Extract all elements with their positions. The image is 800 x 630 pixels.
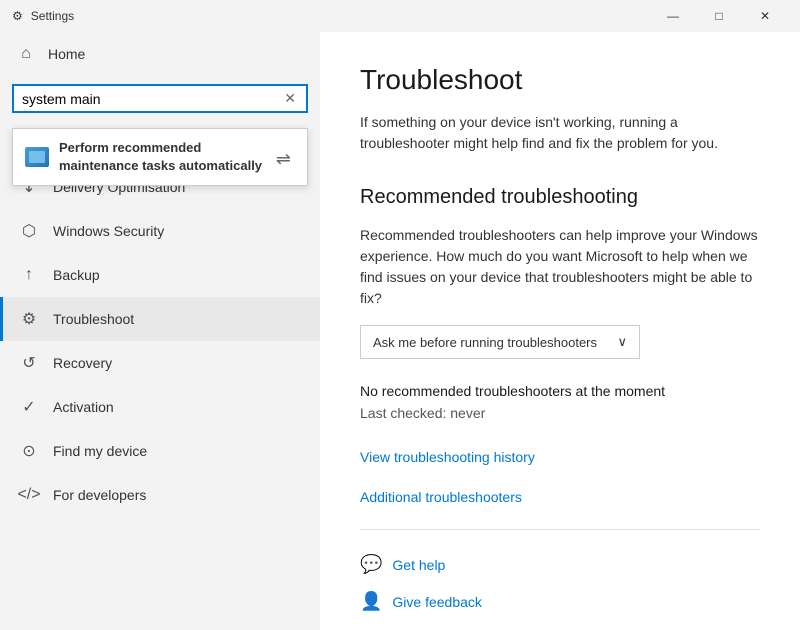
- sidebar-item-label: Backup: [53, 267, 100, 283]
- sidebar-item-troubleshoot[interactable]: ⚙ Troubleshoot: [0, 297, 320, 341]
- sidebar-item-find-my-device[interactable]: ⊙ Find my device: [0, 429, 320, 473]
- titlebar-left: ⚙ Settings: [12, 9, 74, 23]
- sidebar-item-recovery[interactable]: ↺ Recovery: [0, 341, 320, 385]
- sidebar-nav: ↻ Windows Update ↧ Delivery Optimisation…: [0, 121, 320, 630]
- app-body: ⌂ Home ✕ Perform recommended maintenance…: [0, 32, 800, 630]
- troubleshoot-icon: ⚙: [19, 309, 39, 329]
- give-feedback-link[interactable]: Give feedback: [392, 594, 482, 610]
- home-icon: ⌂: [16, 44, 36, 64]
- sidebar-item-activation[interactable]: ✓ Activation: [0, 385, 320, 429]
- sidebar: ⌂ Home ✕ Perform recommended maintenance…: [0, 32, 320, 630]
- titlebar: ⚙ Settings — □ ✕: [0, 0, 800, 32]
- maximize-button[interactable]: □: [696, 0, 742, 32]
- last-checked-text: Last checked: never: [360, 405, 760, 421]
- sidebar-item-label: Find my device: [53, 443, 147, 459]
- autocomplete-item[interactable]: Perform recommended maintenance tasks au…: [13, 129, 307, 185]
- recovery-icon: ↺: [19, 353, 39, 373]
- intro-text: If something on your device isn't workin…: [360, 112, 760, 154]
- sidebar-item-backup[interactable]: ↑ Backup: [0, 253, 320, 297]
- troubleshoot-dropdown[interactable]: Ask me before running troubleshooters ∨: [360, 325, 640, 359]
- give-feedback-icon: 👤: [360, 591, 382, 612]
- settings-icon: ⚙: [12, 9, 23, 23]
- give-feedback-item: 👤 Give feedback: [360, 591, 760, 612]
- sidebar-item-for-developers[interactable]: </> For developers: [0, 473, 320, 517]
- section1-desc: Recommended troubleshooters can help imp…: [360, 225, 760, 309]
- additional-troubleshooters-link[interactable]: Additional troubleshooters: [360, 489, 760, 505]
- search-input[interactable]: [22, 91, 282, 107]
- sidebar-item-label: Recovery: [53, 355, 112, 371]
- developers-icon: </>: [19, 485, 39, 505]
- get-help-icon: 💬: [360, 554, 382, 575]
- activation-icon: ✓: [19, 397, 39, 417]
- find-device-icon: ⊙: [19, 441, 39, 461]
- divider: [360, 529, 760, 530]
- chevron-down-icon: ∨: [617, 334, 627, 350]
- get-help-item: 💬 Get help: [360, 554, 760, 575]
- sidebar-item-home[interactable]: ⌂ Home: [0, 32, 320, 76]
- autocomplete-arrow-icon: ⇌: [276, 149, 295, 170]
- main-content: Troubleshoot If something on your device…: [320, 32, 800, 630]
- search-wrapper: ✕: [12, 84, 308, 113]
- titlebar-title: Settings: [31, 9, 74, 23]
- autocomplete-item-label: Perform recommended maintenance tasks au…: [59, 139, 266, 175]
- section1-title: Recommended troubleshooting: [360, 186, 760, 209]
- autocomplete-item-icon: [25, 147, 49, 167]
- home-label: Home: [48, 46, 85, 62]
- titlebar-controls: — □ ✕: [650, 0, 788, 32]
- security-icon: ⬡: [19, 221, 39, 241]
- minimize-button[interactable]: —: [650, 0, 696, 32]
- view-history-link[interactable]: View troubleshooting history: [360, 449, 760, 465]
- close-button[interactable]: ✕: [742, 0, 788, 32]
- sidebar-item-label: Windows Security: [53, 223, 164, 239]
- sidebar-item-label: Activation: [53, 399, 114, 415]
- sidebar-item-label: For developers: [53, 487, 146, 503]
- no-troubleshooters-text: No recommended troubleshooters at the mo…: [360, 383, 760, 399]
- page-title: Troubleshoot: [360, 64, 760, 96]
- backup-icon: ↑: [19, 265, 39, 285]
- get-help-link[interactable]: Get help: [392, 557, 445, 573]
- search-container: ✕ Perform recommended maintenance tasks …: [0, 76, 320, 121]
- sidebar-item-windows-security[interactable]: ⬡ Windows Security: [0, 209, 320, 253]
- autocomplete-dropdown: Perform recommended maintenance tasks au…: [12, 128, 308, 186]
- sidebar-item-label: Troubleshoot: [53, 311, 134, 327]
- search-clear-button[interactable]: ✕: [282, 90, 298, 107]
- dropdown-label: Ask me before running troubleshooters: [373, 335, 597, 350]
